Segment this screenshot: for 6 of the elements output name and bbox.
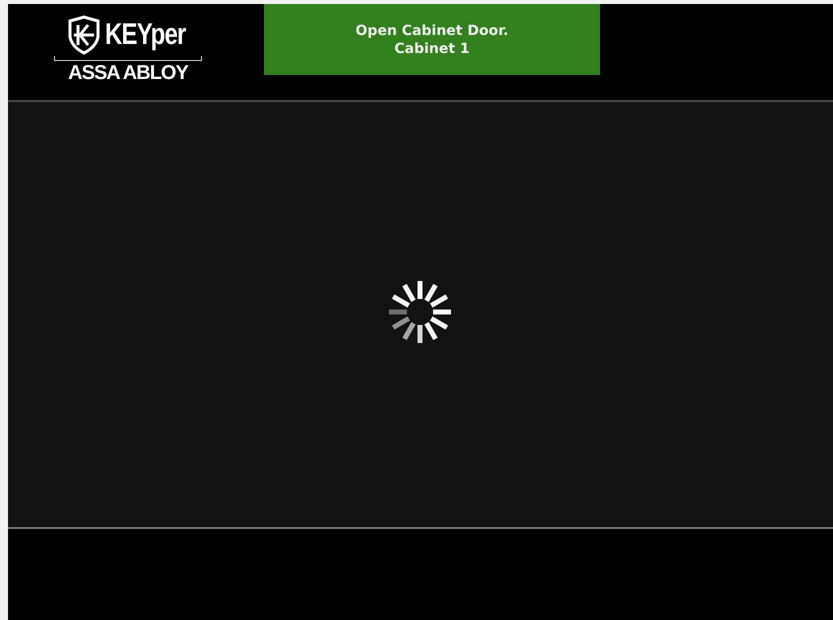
shield-logo-icon — [66, 15, 102, 55]
banner-text: Open Cabinet Door. — [356, 22, 508, 38]
banner-text: Cabinet 1 — [394, 40, 470, 56]
company-name: ASSA ABLOY — [68, 62, 188, 85]
loading-spinner-icon — [388, 280, 452, 344]
brand-name: KEYper — [105, 18, 186, 52]
